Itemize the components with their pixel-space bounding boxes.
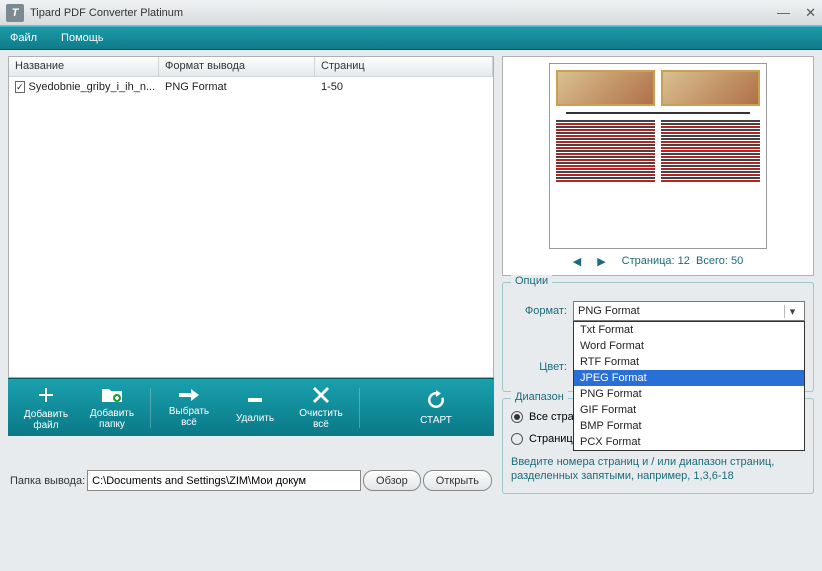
app-logo-icon: T [6, 4, 24, 22]
add-folder-button[interactable]: Добавить папку [80, 383, 144, 433]
format-option[interactable]: Txt Format [574, 322, 804, 338]
menu-help[interactable]: Помощь [61, 32, 104, 44]
file-name: Syedobnie_griby_i_ih_n... [29, 81, 156, 93]
plus-icon [36, 385, 56, 405]
range-legend: Диапазон [511, 391, 568, 403]
add-file-button[interactable]: Добавить файл [14, 383, 78, 433]
format-option[interactable]: PNG Format [574, 386, 804, 402]
preview-page [549, 63, 767, 249]
browse-button[interactable]: Обзор [363, 470, 421, 491]
format-option[interactable]: RTF Format [574, 354, 804, 370]
open-button[interactable]: Открыть [423, 470, 492, 491]
format-dropdown[interactable]: Txt FormatWord FormatRTF FormatJPEG Form… [573, 321, 805, 451]
range-hint: Введите номера страниц и / или диапазон … [511, 455, 805, 483]
file-table: Название Формат вывода Страниц ✓ Syedobn… [8, 56, 494, 378]
clear-all-button[interactable]: Очистить всё [289, 383, 353, 433]
folder-plus-icon [101, 386, 123, 404]
col-pages[interactable]: Страниц [315, 57, 493, 76]
radio-icon [511, 411, 523, 423]
minimize-icon[interactable]: — [777, 5, 790, 20]
close-icon[interactable]: ✕ [805, 5, 816, 20]
arrow-right-icon [179, 388, 199, 402]
format-value: PNG Format [578, 305, 640, 317]
output-path-input[interactable] [87, 470, 361, 491]
table-header: Название Формат вывода Страниц [9, 57, 493, 77]
delete-button[interactable]: Удалить [223, 383, 287, 433]
format-option[interactable]: JPEG Format [574, 370, 804, 386]
page-current: 12 [678, 255, 690, 267]
start-button[interactable]: СТАРТ [404, 383, 468, 433]
prev-page-icon[interactable]: ◀ [573, 255, 581, 268]
color-label: Цвет: [511, 361, 567, 373]
output-label: Папка вывода: [10, 475, 85, 487]
format-option[interactable]: PCX Format [574, 434, 804, 450]
page-total: 50 [731, 255, 743, 267]
col-name[interactable]: Название [9, 57, 159, 76]
col-format[interactable]: Формат вывода [159, 57, 315, 76]
preview-panel: ◀ ▶ Страница: 12 Всего: 50 [502, 56, 814, 276]
next-page-icon[interactable]: ▶ [597, 255, 605, 268]
toolbar: Добавить файл Добавить папку Выбрать всё… [8, 378, 494, 436]
file-format: PNG Format [159, 79, 315, 95]
total-label: Всего: [696, 255, 728, 267]
window-title: Tipard PDF Converter Platinum [30, 7, 765, 19]
radio-icon [511, 433, 523, 445]
minus-icon [246, 391, 264, 409]
refresh-icon [425, 389, 447, 411]
format-select[interactable]: PNG Format ▾ [573, 301, 805, 321]
table-row[interactable]: ✓ Syedobnie_griby_i_ih_n... PNG Format 1… [9, 77, 493, 97]
options-legend: Опции [511, 275, 552, 287]
chevron-down-icon: ▾ [784, 305, 800, 318]
select-all-button[interactable]: Выбрать всё [157, 383, 221, 433]
menu-file[interactable]: Файл [10, 32, 37, 44]
file-pages: 1-50 [315, 79, 493, 95]
title-bar: T Tipard PDF Converter Platinum — ✕ [0, 0, 822, 26]
format-option[interactable]: Word Format [574, 338, 804, 354]
output-row: Папка вывода: Обзор Открыть [8, 470, 494, 491]
page-label: Страница: [622, 255, 675, 267]
row-checkbox[interactable]: ✓ [15, 81, 25, 93]
format-option[interactable]: BMP Format [574, 418, 804, 434]
format-label: Формат: [511, 305, 567, 317]
format-option[interactable]: GIF Format [574, 402, 804, 418]
menu-bar: Файл Помощь [0, 26, 822, 50]
x-icon [312, 386, 330, 404]
options-group: Опции Формат: PNG Format ▾ Txt FormatWor… [502, 282, 814, 392]
